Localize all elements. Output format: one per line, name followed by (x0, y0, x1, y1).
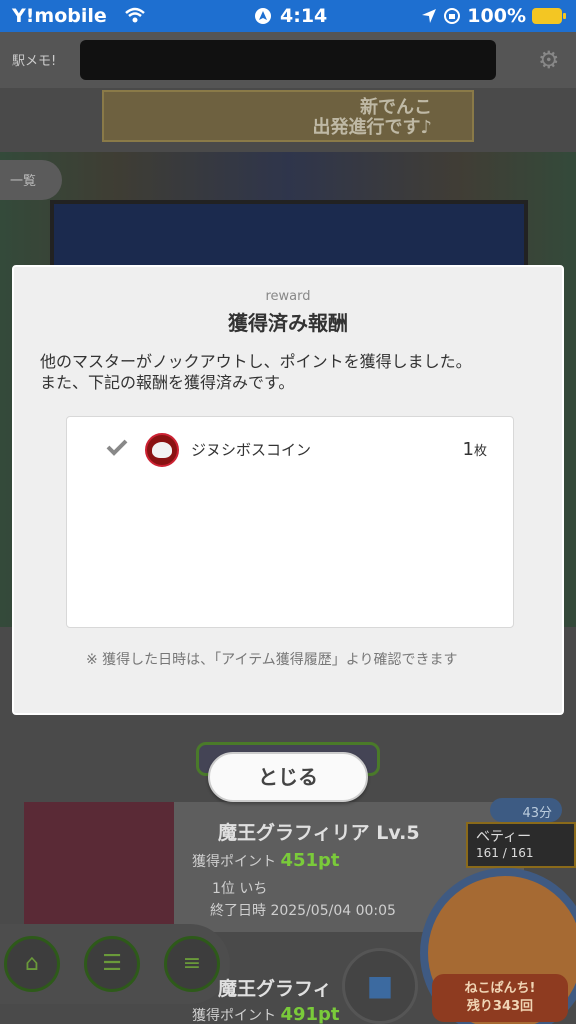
list-icon[interactable]: ☰ (84, 936, 140, 992)
carrier-label: Y!mobile (12, 5, 107, 27)
item-quantity: 1枚 (463, 439, 487, 460)
close-button[interactable]: とじる (208, 752, 368, 802)
points-value-2: 491pt (280, 1004, 340, 1024)
history-note: ※ 獲得した日時は、「アイテム獲得履歴」より確認できます (86, 652, 458, 668)
gear-icon[interactable]: ⚙ (538, 46, 560, 74)
menu-icon[interactable]: ≡ (164, 936, 220, 992)
boss-name-2: 魔王グラフィ (218, 978, 332, 1000)
back-tab-label: 一覧 (10, 174, 37, 189)
modal-title: 獲得済み報酬 (228, 311, 348, 335)
points-label-2: 獲得ポイント (192, 1008, 276, 1024)
back-tab[interactable]: 一覧 (0, 160, 62, 200)
rank-row: 1位 いち (212, 881, 268, 897)
check-icon (106, 439, 128, 456)
points-row-2: 獲得ポイント 491pt (192, 1004, 340, 1024)
modal-message: 他のマスターがノックアウトし、ポイントを獲得しました。 また、下記の報酬を獲得済… (40, 351, 540, 393)
points-label: 獲得ポイント (192, 854, 276, 870)
nav-arrow-icon (255, 8, 271, 24)
partner-hp: 161 / 161 (476, 846, 534, 860)
boss-name: 魔王グラフィリア Lv.5 (218, 822, 420, 844)
reward-modal: reward 獲得済み報酬 他のマスターがノックアウトし、ポイントを獲得しました… (12, 265, 564, 715)
clock: 4:14 (280, 5, 328, 27)
wifi-icon (125, 7, 145, 23)
partner-name: ベティー (476, 829, 532, 845)
event-banner[interactable]: 新でんこ 出発進行です♪ (102, 90, 474, 142)
status-right: 100% (421, 5, 566, 27)
rotation-lock-icon (444, 8, 461, 24)
boss-coin-icon (145, 433, 179, 467)
header-bar (80, 40, 496, 80)
item-name: ジヌシボスコイン (191, 441, 312, 459)
neko-punch-label[interactable]: ねこぱんち! 残り343回 (432, 974, 568, 1022)
message-line-2: また、下記の報酬を獲得済みです。 (40, 373, 295, 392)
item-qty-unit: 枚 (473, 444, 487, 459)
points-value: 451pt (280, 850, 340, 871)
item-qty-value: 1 (462, 439, 474, 460)
location-icon (422, 9, 437, 23)
briefcase-icon[interactable]: ■ (342, 948, 418, 1024)
end-time-row: 終了日時 2025/05/04 00:05 (210, 903, 396, 919)
boss-avatar (24, 802, 174, 932)
app-logo: 駅メモ! (12, 54, 57, 69)
points-row: 獲得ポイント 451pt (192, 850, 340, 871)
partner-panel: ベティー 161 / 161 (466, 822, 576, 868)
battery-icon (532, 8, 566, 24)
battery-percent: 100% (467, 5, 526, 27)
home-icon[interactable]: ⌂ (4, 936, 60, 992)
reward-list: ジヌシボスコイン 1枚 (66, 416, 514, 628)
message-line-1: 他のマスターがノックアウトし、ポイントを獲得しました。 (40, 352, 472, 371)
status-bar: Y!mobile 4:14 100% (0, 0, 576, 32)
time-left-badge: 43分 (490, 798, 562, 822)
modal-subtitle: reward (265, 289, 311, 304)
